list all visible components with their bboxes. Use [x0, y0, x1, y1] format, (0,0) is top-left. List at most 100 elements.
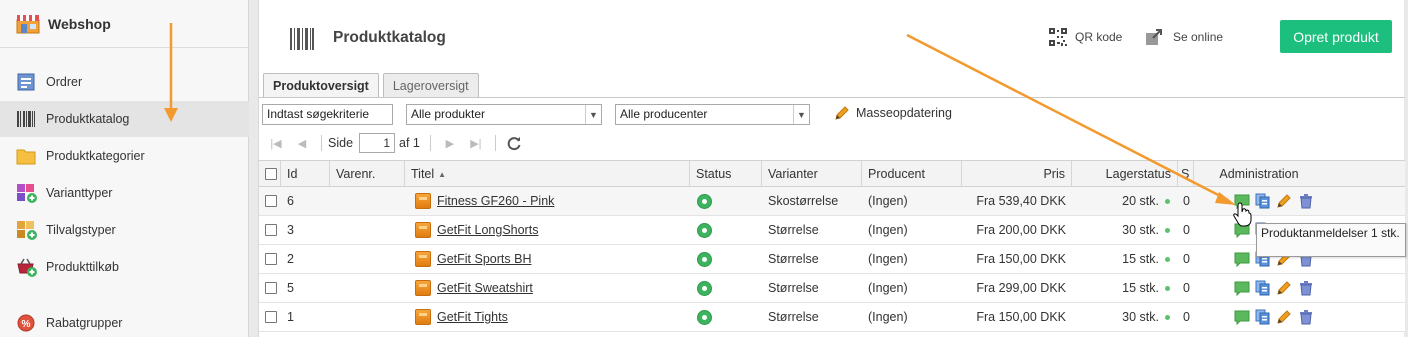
table-row[interactable]: 3 GetFit LongShorts Størrelse (Ingen) Fra …: [259, 216, 1405, 245]
select-all-checkbox[interactable]: [265, 168, 277, 180]
product-title-link[interactable]: GetFit LongShorts: [437, 223, 538, 237]
cell-varenr: [330, 245, 405, 273]
page-of-label: af 1: [399, 136, 420, 150]
producer-filter-select[interactable]: Alle producenter ▼: [615, 104, 810, 125]
cell-title: GetFit Tights: [405, 303, 690, 331]
trash-icon[interactable]: [1298, 193, 1314, 209]
sidebar-item-discount-groups[interactable]: % Rabatgrupper: [0, 305, 249, 337]
header-price[interactable]: Pris: [962, 161, 1072, 187]
sidebar-item-label: Varianttyper: [46, 186, 113, 200]
sidebar-item-product-catalog[interactable]: Produktkatalog: [0, 101, 249, 137]
page-header: Produktkatalog QR kode Se online Opret p…: [259, 0, 1404, 70]
main-panel: Produktkatalog QR kode Se online Opret p…: [258, 0, 1405, 337]
product-filter-select[interactable]: Alle produkter ▼: [406, 104, 602, 125]
product-title-link[interactable]: GetFit Sweatshirt: [437, 281, 533, 295]
last-page-icon[interactable]: ▶|: [463, 137, 489, 150]
copy-icon[interactable]: [1255, 309, 1271, 325]
header-stock[interactable]: Lagerstatus: [1072, 161, 1178, 187]
table-row[interactable]: 5 GetFit Sweatshirt Størrelse (Ingen) Fra …: [259, 274, 1405, 303]
product-filter-value: Alle produkter: [411, 107, 486, 121]
stock-value: 30 stk.: [1122, 223, 1159, 237]
table-row[interactable]: 2 GetFit Sports BH Størrelse (Ingen) Fra 1…: [259, 245, 1405, 274]
cell-producer: (Ingen): [868, 252, 908, 266]
tab-product-overview[interactable]: Produktoversigt: [263, 73, 379, 98]
reviews-icon[interactable]: [1234, 251, 1250, 268]
sidebar-item-variant-types[interactable]: Varianttyper: [0, 175, 249, 211]
page-title: Produktkatalog: [333, 29, 446, 46]
header-title[interactable]: Titel ▲: [405, 161, 690, 187]
edit-icon[interactable]: [1276, 309, 1292, 325]
sidebar-item-option-types[interactable]: Tilvalgstyper: [0, 212, 249, 248]
table-row[interactable]: 6 Fitness GF260 - Pink Skostørrelse (Inge…: [259, 187, 1405, 216]
cell-varenr: [330, 274, 405, 302]
product-title-link[interactable]: Fitness GF260 - Pink: [437, 194, 554, 208]
trash-icon[interactable]: [1298, 309, 1314, 325]
cell-id: 2: [287, 252, 294, 266]
search-input[interactable]: Indtast søgekriterie: [262, 104, 393, 125]
reviews-icon[interactable]: [1234, 280, 1250, 297]
reviews-icon[interactable]: [1234, 222, 1250, 239]
sidebar-item-orders[interactable]: Ordrer: [0, 64, 249, 100]
stock-indicator-icon: [1165, 256, 1170, 262]
cell-status: [690, 245, 762, 273]
header-producer[interactable]: Producent: [862, 161, 962, 187]
folder-icon: [16, 146, 38, 166]
header-variants[interactable]: Varianter: [762, 161, 862, 187]
qr-code-link[interactable]: QR kode: [1049, 28, 1122, 46]
cell-title: GetFit Sports BH: [405, 245, 690, 273]
refresh-icon[interactable]: [506, 135, 522, 151]
header-id[interactable]: Id: [281, 161, 330, 187]
header-status[interactable]: Status: [690, 161, 762, 187]
edit-icon[interactable]: [1276, 280, 1292, 296]
sidebar-item-product-addons[interactable]: Produkttilkøb: [0, 249, 249, 285]
row-checkbox[interactable]: [265, 253, 277, 265]
header-administration: Administration: [1219, 167, 1299, 181]
barcode-icon: [16, 109, 38, 129]
product-title-link[interactable]: GetFit Sports BH: [437, 252, 531, 266]
mass-update-button[interactable]: Masseopdatering: [834, 105, 952, 121]
status-active-icon[interactable]: [697, 280, 712, 296]
barcode-icon: [289, 26, 315, 52]
cell-s: 0: [1183, 281, 1190, 295]
view-online-link[interactable]: Se online: [1145, 28, 1223, 46]
edit-icon[interactable]: [1276, 193, 1292, 209]
prev-page-icon[interactable]: ◀: [289, 137, 315, 150]
reviews-icon[interactable]: [1234, 309, 1250, 326]
table-row[interactable]: 1 GetFit Tights Størrelse (Ingen) Fra 150,…: [259, 303, 1405, 332]
cell-title: GetFit LongShorts: [405, 216, 690, 244]
product-title-link[interactable]: GetFit Tights: [437, 310, 508, 324]
stock-value: 30 stk.: [1122, 310, 1159, 324]
header-varenr[interactable]: Varenr.: [330, 161, 405, 187]
cell-producer: (Ingen): [868, 194, 908, 208]
cell-status: [690, 303, 762, 331]
sidebar-item-label: Produkttilkøb: [46, 260, 119, 274]
cell-varenr: [330, 303, 405, 331]
first-page-icon[interactable]: |◀: [263, 137, 289, 150]
cell-variants: Størrelse: [768, 252, 819, 266]
sidebar-item-label: Ordrer: [46, 75, 83, 89]
row-checkbox[interactable]: [265, 224, 277, 236]
brand[interactable]: Webshop: [0, 0, 248, 48]
next-page-icon[interactable]: ▶: [437, 137, 463, 150]
copy-icon[interactable]: [1255, 280, 1271, 296]
stock-value: 15 stk.: [1122, 281, 1159, 295]
copy-icon[interactable]: [1255, 193, 1271, 209]
reviews-icon[interactable]: [1234, 193, 1250, 210]
row-checkbox[interactable]: [265, 195, 277, 207]
create-product-button[interactable]: Opret produkt: [1280, 20, 1392, 53]
header-s[interactable]: S: [1178, 161, 1194, 187]
cell-varenr: [330, 216, 405, 244]
row-select-cell: [259, 216, 281, 244]
status-active-icon[interactable]: [697, 222, 712, 238]
tab-stock-overview[interactable]: Lageroversigt: [382, 73, 479, 98]
stock-value: 15 stk.: [1122, 252, 1159, 266]
sidebar-item-product-categories[interactable]: Produktkategorier: [0, 138, 249, 174]
status-active-icon[interactable]: [697, 193, 712, 209]
status-active-icon[interactable]: [697, 309, 712, 325]
trash-icon[interactable]: [1298, 280, 1314, 296]
row-checkbox[interactable]: [265, 311, 277, 323]
status-active-icon[interactable]: [697, 251, 712, 267]
sidebar-item-label: Produktkatalog: [46, 112, 130, 126]
row-checkbox[interactable]: [265, 282, 277, 294]
page-number-input[interactable]: 1: [359, 133, 396, 153]
